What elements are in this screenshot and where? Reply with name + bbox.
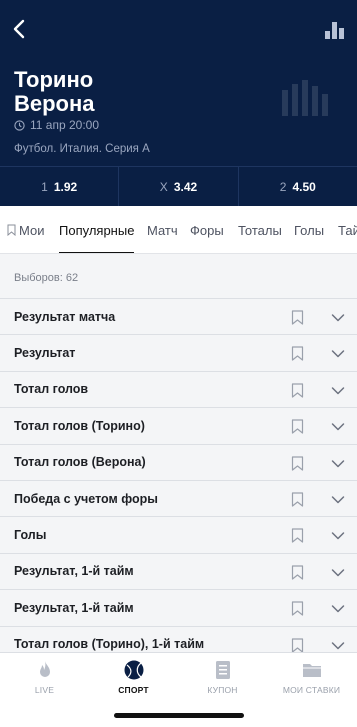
chevron-down-icon bbox=[331, 641, 345, 649]
market-label: Тотал голов bbox=[14, 382, 89, 397]
bookmark-icon bbox=[7, 224, 16, 236]
market-label: Результат матча bbox=[14, 309, 116, 324]
odd-value: 1.92 bbox=[53, 179, 78, 194]
ball-icon bbox=[124, 660, 143, 680]
odd-key: 1 bbox=[41, 179, 48, 194]
chevron-down-icon bbox=[331, 568, 345, 576]
tab-label: Популярные bbox=[59, 222, 135, 238]
tab-label: Тай bbox=[338, 222, 357, 238]
choices-count: Выборов: 62 bbox=[14, 272, 79, 284]
market-list: Результат матча Результат Тотал голов Тотал… bbox=[0, 298, 357, 662]
tab-popular[interactable]: Популярные bbox=[59, 206, 135, 253]
chevron-down-icon bbox=[331, 496, 345, 504]
back-button[interactable] bbox=[8, 14, 30, 44]
odd-away-button[interactable]: 2 4.50 bbox=[239, 167, 357, 206]
market-row[interactable]: Победа с учетом форы bbox=[0, 479, 357, 517]
market-row[interactable]: Результат, 1-й тайм bbox=[0, 589, 357, 626]
main-odds: 1 1.92 X 3.42 2 4.50 bbox=[0, 166, 357, 206]
tab-label: Форы bbox=[190, 222, 224, 238]
chevron-left-icon bbox=[13, 19, 25, 39]
market-tabs: Мои Популярные Матч Форы Тоталы Голы Тай bbox=[0, 206, 357, 254]
odd-value: 3.42 bbox=[173, 179, 198, 194]
nav-live[interactable]: LIVE bbox=[0, 659, 89, 705]
team-home: Торино bbox=[14, 67, 94, 92]
market-row[interactable]: Результат bbox=[0, 334, 357, 371]
bookmark-icon[interactable] bbox=[291, 492, 304, 507]
nav-label: СПОРТ bbox=[118, 685, 149, 695]
clock-icon bbox=[14, 119, 25, 131]
chevron-down-icon bbox=[331, 605, 345, 613]
match-teams: Торино Верона bbox=[14, 68, 95, 116]
market-row[interactable]: Тотал голов (Торино) bbox=[0, 407, 357, 444]
tab-halves[interactable]: Тай bbox=[338, 206, 357, 253]
tab-handicaps[interactable]: Форы bbox=[190, 206, 224, 253]
coupon-icon bbox=[215, 661, 230, 679]
chevron-down-icon bbox=[331, 532, 345, 540]
flame-icon bbox=[39, 661, 50, 677]
nav-label: МОИ СТАВКИ bbox=[282, 685, 341, 695]
match-header: Торино Верона 11 апр 20:00 Футбол. Итали… bbox=[0, 0, 357, 206]
nav-label: КУПОН bbox=[207, 685, 238, 695]
chevron-down-icon bbox=[331, 459, 345, 467]
market-row[interactable]: Результат, 1-й тайм bbox=[0, 552, 357, 590]
folder-icon bbox=[302, 664, 321, 677]
market-label: Результат, 1-й тайм bbox=[14, 564, 134, 579]
odd-draw-button[interactable]: X 3.42 bbox=[119, 167, 239, 206]
market-label: Голы bbox=[14, 528, 47, 543]
bookmark-icon[interactable] bbox=[291, 419, 304, 434]
nav-label: LIVE bbox=[34, 685, 55, 695]
tab-totals[interactable]: Тоталы bbox=[238, 206, 282, 253]
market-label: Победа с учетом форы bbox=[14, 491, 158, 506]
nav-coupon[interactable]: КУПОН bbox=[178, 659, 267, 705]
market-label: Тотал голов (Торино), 1-й тайм bbox=[14, 637, 205, 652]
background-pattern-icon bbox=[282, 80, 328, 116]
bookmark-icon[interactable] bbox=[291, 528, 304, 543]
league-name: Футбол. Италия. Серия А bbox=[14, 143, 150, 155]
market-label: Результат bbox=[14, 346, 76, 361]
match-datetime: 11 апр 20:00 bbox=[14, 118, 99, 132]
bookmark-icon[interactable] bbox=[291, 601, 304, 616]
odd-key: 2 bbox=[279, 179, 287, 194]
nav-my-bets[interactable]: МОИ СТАВКИ bbox=[267, 659, 356, 705]
odd-home-button[interactable]: 1 1.92 bbox=[0, 167, 120, 206]
tab-label: Голы bbox=[294, 222, 325, 238]
bookmark-icon[interactable] bbox=[291, 383, 304, 398]
chevron-down-icon bbox=[331, 314, 345, 322]
nav-sport[interactable]: СПОРТ bbox=[89, 659, 178, 705]
tab-goals[interactable]: Голы bbox=[294, 206, 325, 253]
bookmark-icon[interactable] bbox=[291, 310, 304, 325]
market-row[interactable]: Результат матча bbox=[0, 298, 357, 335]
market-row[interactable]: Голы bbox=[0, 516, 357, 553]
tab-mine[interactable]: Мои bbox=[7, 206, 45, 253]
datetime-text: 11 апр 20:00 bbox=[30, 118, 99, 132]
statistics-button[interactable] bbox=[323, 18, 345, 40]
bookmark-icon[interactable] bbox=[291, 455, 304, 471]
market-row[interactable]: Тотал голов (Верона) bbox=[0, 443, 357, 480]
tab-label: Тоталы bbox=[238, 222, 282, 238]
odd-key: X bbox=[159, 179, 168, 194]
market-row[interactable]: Тотал голов bbox=[0, 370, 357, 408]
bar-chart-icon bbox=[325, 22, 344, 39]
tab-match[interactable]: Матч bbox=[147, 206, 178, 253]
market-label: Тотал голов (Верона) bbox=[14, 455, 146, 470]
team-away: Верона bbox=[14, 91, 95, 116]
bookmark-icon[interactable] bbox=[291, 565, 304, 580]
bookmark-icon[interactable] bbox=[291, 637, 304, 653]
tab-label: Матч bbox=[147, 222, 178, 238]
chevron-down-icon bbox=[331, 387, 345, 395]
market-label: Результат, 1-й тайм bbox=[14, 600, 134, 615]
odd-value: 4.50 bbox=[292, 179, 316, 194]
market-label: Тотал голов (Торино) bbox=[14, 418, 145, 433]
bookmark-icon[interactable] bbox=[291, 346, 304, 361]
tab-label: Мои bbox=[19, 222, 45, 238]
chevron-down-icon bbox=[331, 423, 345, 431]
home-indicator bbox=[114, 713, 244, 718]
chevron-down-icon bbox=[331, 350, 345, 358]
